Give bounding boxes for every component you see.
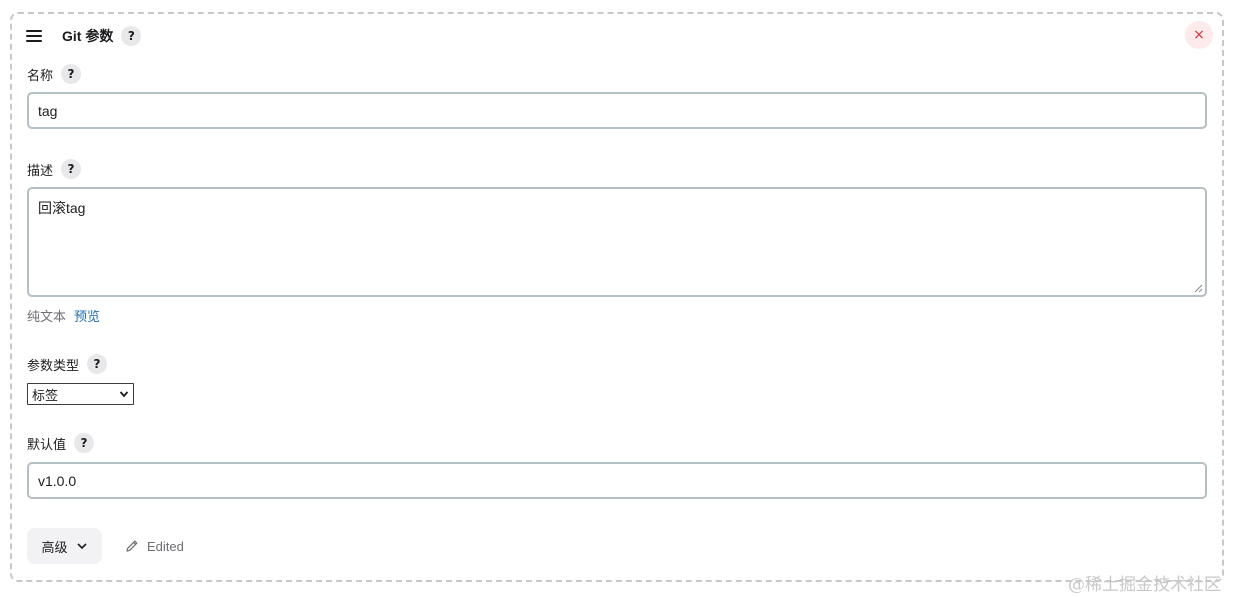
name-label: 名称 [27, 67, 54, 83]
advanced-label: 高级 [41, 539, 68, 555]
default-value-label-row: 默认值 ? [27, 432, 95, 454]
default-value-input-value: v1.0.0 [38, 472, 77, 489]
description-label-row: 描述 ? [27, 158, 82, 180]
name-input-value: tag [38, 102, 58, 119]
default-value-help-icon[interactable]: ? [74, 433, 95, 453]
default-value-input[interactable]: v1.0.0 [27, 462, 1207, 499]
advanced-button[interactable]: 高级 [27, 528, 102, 564]
pencil-icon [126, 540, 138, 552]
description-textarea[interactable]: 回滚tag [27, 187, 1207, 297]
chevron-down-icon [119, 391, 129, 398]
format-row: 纯文本 预览 [27, 306, 100, 324]
description-help-icon[interactable]: ? [61, 159, 82, 179]
param-type-label: 参数类型 [27, 357, 80, 373]
card-title: Git 参数 [62, 28, 114, 44]
preview-link[interactable]: 预览 [74, 306, 100, 325]
card-header: Git 参数 ? [26, 24, 142, 48]
close-button[interactable]: × [1185, 21, 1213, 49]
plain-text-label: 纯文本 [27, 308, 67, 324]
name-help-icon[interactable]: ? [61, 64, 82, 84]
default-value-label: 默认值 [27, 436, 67, 452]
description-value: 回滚tag [38, 200, 86, 216]
edited-status: Edited [124, 537, 184, 555]
param-type-help-icon[interactable]: ? [87, 354, 108, 374]
chevron-down-icon [76, 543, 87, 550]
description-label: 描述 [27, 162, 54, 178]
close-icon: × [1193, 27, 1205, 43]
name-input[interactable]: tag [27, 92, 1207, 129]
watermark: @稀土掘金技术社区 [1068, 575, 1221, 595]
resize-grip-icon[interactable] [1193, 283, 1203, 293]
param-type-select[interactable]: 标签 [27, 383, 134, 405]
param-type-selected: 标签 [32, 387, 59, 403]
edited-label: Edited [147, 538, 184, 554]
name-label-row: 名称 ? [27, 63, 82, 85]
title-help-icon[interactable]: ? [121, 26, 142, 46]
param-type-label-row: 参数类型 ? [27, 353, 108, 375]
drag-handle-icon[interactable] [26, 24, 44, 48]
